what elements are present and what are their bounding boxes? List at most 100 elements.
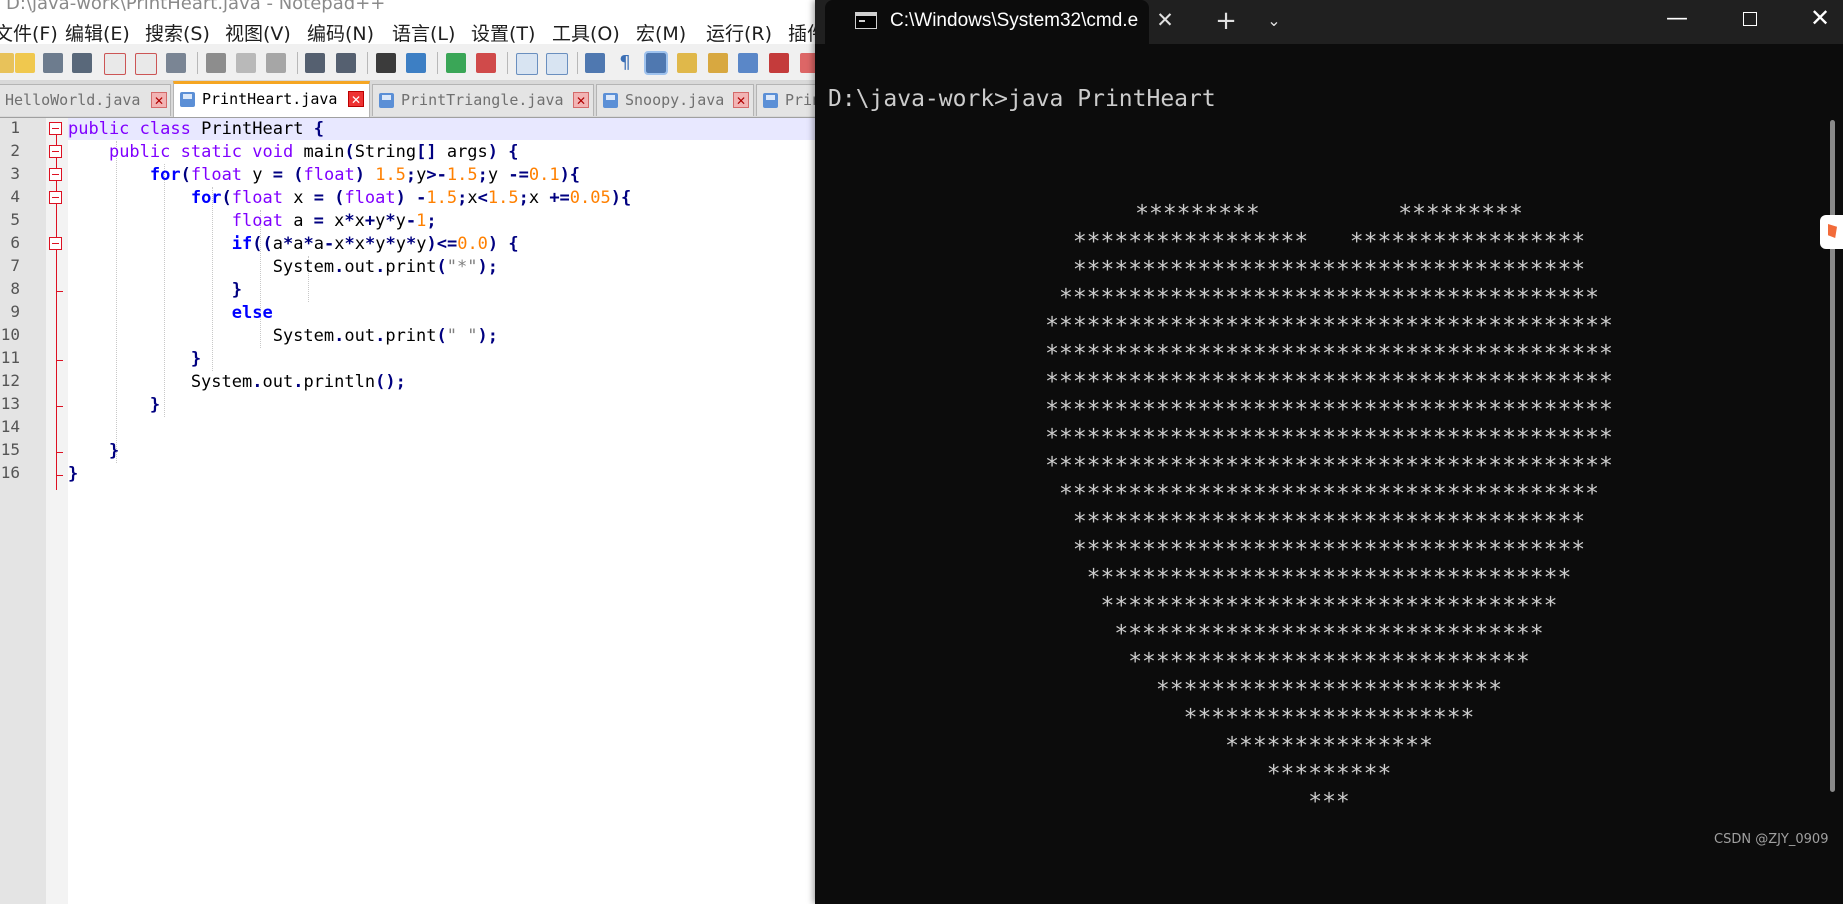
word-wrap-icon[interactable]	[585, 53, 605, 73]
maximize-button[interactable]	[1727, 4, 1773, 34]
new-file-icon[interactable]	[0, 53, 14, 73]
menu-view[interactable]: 视图(V)	[225, 19, 291, 46]
output-line: ***********************************	[1086, 565, 1572, 591]
sync-vertical-icon[interactable]	[516, 53, 538, 75]
function-list-icon[interactable]	[677, 53, 697, 73]
macro-stop-icon[interactable]	[800, 53, 815, 73]
close-file-icon[interactable]	[104, 53, 126, 75]
toolbar-separator	[437, 52, 438, 74]
menu-run[interactable]: 运行(R)	[706, 19, 772, 46]
file-saved-icon	[603, 93, 618, 108]
menu-tools[interactable]: 工具(O)	[552, 19, 620, 46]
copy-icon[interactable]	[236, 53, 256, 73]
output-line: *********	[1266, 761, 1392, 787]
fold-toggle-icon[interactable]	[49, 191, 62, 204]
zoom-in-icon[interactable]	[446, 53, 466, 73]
replace-icon[interactable]	[406, 53, 426, 73]
code-line: for(float x = (float) -1.5;x<1.5;x +=0.0…	[190, 188, 632, 208]
cmd-tab-title: C:\Windows\System32\cmd.e	[890, 10, 1139, 31]
terminal-output[interactable]: D:\java-work>java PrintHeart ********* *…	[815, 46, 1843, 904]
tab-printstar[interactable]: PrintStar.java	[756, 84, 815, 116]
fold-toggle-icon[interactable]	[49, 145, 62, 158]
menu-encoding[interactable]: 编码(N)	[307, 19, 374, 46]
zoom-out-icon[interactable]	[476, 53, 496, 73]
line-number: 14	[0, 417, 20, 436]
close-all-icon[interactable]	[135, 53, 157, 75]
tab-printheart[interactable]: PrintHeart.java ✕	[173, 81, 370, 117]
line-number: 7	[10, 256, 20, 275]
toolbar-separator	[297, 52, 298, 74]
cmd-window: C:\Windows\System32\cmd.e ✕ + ⌄ — ✕ D:\j…	[815, 0, 1843, 904]
macro-record-icon[interactable]	[769, 53, 789, 73]
cmd-tab[interactable]: C:\Windows\System32\cmd.e ✕	[825, 0, 1174, 46]
sync-horizontal-icon[interactable]	[546, 53, 568, 75]
folder-workspace-icon[interactable]	[738, 53, 758, 73]
fold-toggle-icon[interactable]	[49, 168, 62, 181]
line-number: 3	[10, 164, 20, 183]
code-editor[interactable]: 1 2 3 4 5 6 7 8 9 10 11 12 13 14 15 16 p…	[0, 118, 815, 904]
cut-icon[interactable]	[206, 53, 226, 73]
file-saved-icon	[379, 93, 394, 108]
fold-end-marker	[56, 291, 63, 292]
file-saved-icon	[763, 93, 778, 108]
save-icon[interactable]	[43, 53, 63, 73]
minimize-button[interactable]: —	[1654, 4, 1700, 34]
tab-close-icon[interactable]: ✕	[733, 92, 749, 108]
fold-toggle-icon[interactable]	[49, 122, 62, 135]
indent-guide-icon[interactable]	[644, 51, 668, 75]
menu-file[interactable]: 文件(F)	[0, 19, 58, 46]
line-number: 4	[10, 187, 20, 206]
tab-label: PrintTriangle.java	[401, 91, 564, 109]
code-line: public static void main(String[] args) {	[108, 142, 519, 162]
npp-title: D:\java-work\PrintHeart.java - Notepad++	[6, 0, 386, 14]
tab-snoopy[interactable]: Snoopy.java ✕	[596, 84, 754, 116]
tab-label: Snoopy.java	[625, 91, 725, 109]
code-line: }	[190, 349, 202, 369]
output-line: *****************************	[1128, 649, 1530, 675]
side-widget-icon[interactable]	[1820, 215, 1843, 249]
close-window-button[interactable]: ✕	[1797, 2, 1843, 34]
menu-edit[interactable]: 编辑(E)	[65, 19, 130, 46]
print-icon[interactable]	[166, 53, 186, 73]
line-number: 8	[10, 279, 20, 298]
new-tab-button[interactable]: +	[1208, 6, 1244, 36]
find-icon[interactable]	[376, 53, 396, 73]
paste-icon[interactable]	[266, 53, 286, 73]
tab-printtriangle[interactable]: PrintTriangle.java ✕	[372, 84, 594, 116]
menu-macro[interactable]: 宏(M)	[636, 19, 686, 46]
chevron-down-icon[interactable]: ⌄	[1259, 8, 1289, 34]
tab-helloworld[interactable]: HelloWorld.java ✕	[0, 84, 171, 116]
fold-toggle-icon[interactable]	[49, 237, 62, 250]
save-all-icon[interactable]	[72, 53, 92, 73]
tab-close-icon[interactable]: ✕	[1154, 8, 1176, 32]
menu-search[interactable]: 搜索(S)	[145, 19, 210, 46]
show-all-chars-icon[interactable]: ¶	[615, 53, 635, 73]
cmd-title-bar[interactable]: C:\Windows\System32\cmd.e ✕ + ⌄ — ✕	[815, 0, 1843, 46]
output-line: ****************************************…	[1045, 425, 1613, 451]
output-line: ****************************************…	[1045, 369, 1613, 395]
npp-toolbar: ¶	[0, 44, 815, 81]
open-file-icon[interactable]	[15, 53, 35, 73]
tab-label: PrintStar.java	[785, 91, 815, 109]
menu-plugins[interactable]: 插件	[788, 19, 815, 46]
code-line: }	[149, 395, 161, 415]
output-line: ***************************************	[1058, 481, 1600, 507]
output-line: *************************************	[1072, 509, 1586, 535]
code-area[interactable]: public class PrintHeart { public static …	[68, 118, 815, 904]
output-line: *************************	[1155, 677, 1503, 703]
output-line: *******************************	[1114, 621, 1544, 647]
line-number: 15	[0, 440, 20, 459]
menu-settings[interactable]: 设置(T)	[471, 19, 535, 46]
npp-menu-bar: 文件(F) 编辑(E) 搜索(S) 视图(V) 编码(N) 语言(L) 设置(T…	[0, 16, 815, 46]
undo-icon[interactable]	[305, 53, 325, 73]
menu-language[interactable]: 语言(L)	[392, 19, 455, 46]
doc-map-icon[interactable]	[708, 53, 728, 73]
output-line: *********************	[1183, 705, 1475, 731]
toolbar-separator	[507, 52, 508, 74]
output-line: ***************************************	[1058, 285, 1600, 311]
tab-close-icon[interactable]: ✕	[151, 92, 167, 108]
tab-close-icon[interactable]: ✕	[573, 92, 589, 108]
tab-close-icon[interactable]: ✕	[348, 91, 364, 107]
redo-icon[interactable]	[336, 53, 356, 73]
